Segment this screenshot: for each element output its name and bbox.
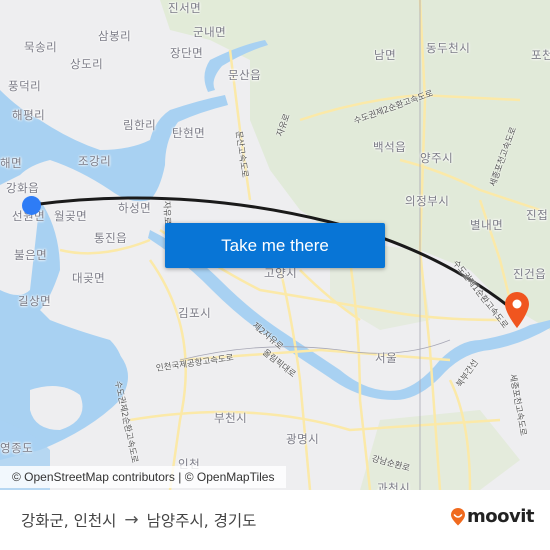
place-label: 백석읍 <box>373 140 407 154</box>
place-label: 영종도 <box>0 441 34 455</box>
place-label: 조강리 <box>78 154 112 168</box>
moovit-logo[interactable]: moovit <box>450 506 535 527</box>
place-label: 하성면 <box>118 201 152 215</box>
footer-bar: 강화군, 인천시 → 남양주시, 경기도 moovit <box>0 490 550 550</box>
road-label: 자유로 <box>161 200 172 225</box>
place-label: 김포시 <box>178 306 212 320</box>
place-label: 부천시 <box>214 411 248 425</box>
place-label: 묵송리 <box>24 40 58 54</box>
place-label: 삼봉리 <box>98 29 132 43</box>
arrow-right-icon: → <box>124 510 139 530</box>
place-label: 진서면 <box>168 1 202 15</box>
moovit-wordmark: moovit <box>467 506 535 527</box>
place-label: 강화읍 <box>6 181 40 195</box>
route-summary: 강화군, 인천시 → 남양주시, 경기도 <box>21 509 256 531</box>
place-label: 광명시 <box>286 432 320 446</box>
place-label: 서울 <box>375 351 398 365</box>
place-label: 불은면 <box>14 248 48 262</box>
place-label: 대곶면 <box>72 271 106 285</box>
place-label: 월곶면 <box>54 209 88 223</box>
map-view[interactable]: 진서면군내면 삼봉리묵송리 장단면상도리문산읍풍덕리해평리림한리탄현면해면 조강리강화… <box>0 0 550 490</box>
place-label: 풍덕리 <box>8 79 42 93</box>
moovit-pin-icon <box>451 507 465 525</box>
place-label: 동두천시 <box>426 41 471 55</box>
destination-name: 남양주시, 경기도 <box>146 512 257 530</box>
take-me-there-button[interactable]: Take me there <box>165 223 385 268</box>
place-label: 해평리 <box>12 108 46 122</box>
place-label: 진접 <box>526 208 549 222</box>
place-label: 진건읍 <box>513 267 547 281</box>
place-label: 해면 <box>0 156 23 170</box>
place-label: 과천시 <box>377 481 411 490</box>
place-label: 별내면 <box>470 218 504 232</box>
place-label: 통진읍 <box>94 231 128 245</box>
place-label: 탄현면 <box>172 126 206 140</box>
place-label: 문산읍 <box>228 68 262 82</box>
place-label: 장단면 <box>170 46 204 60</box>
place-label: 양주시 <box>420 151 454 165</box>
place-label: 림한리 <box>123 118 157 132</box>
place-label: 남면 <box>374 48 397 62</box>
place-label: 의정부시 <box>405 194 450 208</box>
origin-marker[interactable] <box>22 196 41 215</box>
place-label: 상도리 <box>70 57 104 71</box>
origin-name: 강화군, 인천시 <box>21 512 117 530</box>
destination-pin-icon[interactable] <box>503 291 531 329</box>
place-label: 군내면 <box>193 25 227 39</box>
map-attribution[interactable]: © OpenStreetMap contributors | © OpenMap… <box>0 466 287 488</box>
place-label: 길상면 <box>18 294 52 308</box>
place-label: 포천 <box>531 48 550 62</box>
